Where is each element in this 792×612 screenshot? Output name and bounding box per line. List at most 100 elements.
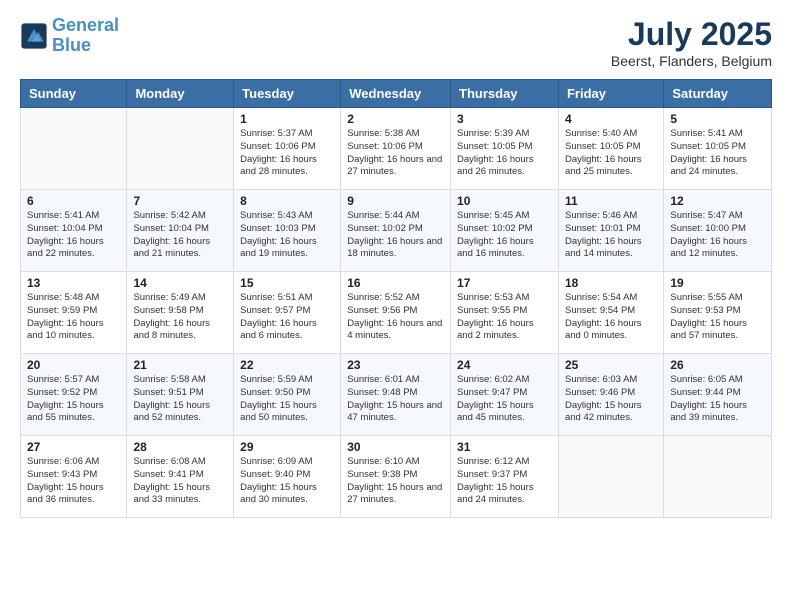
table-row: 21 Sunrise: 5:58 AM Sunset: 9:51 PM Dayli… xyxy=(127,354,234,436)
day-info: Sunrise: 5:48 AM Sunset: 9:59 PM Dayligh… xyxy=(27,292,120,343)
day-number: 28 xyxy=(133,440,227,454)
day-number: 5 xyxy=(670,112,765,126)
table-row: 26 Sunrise: 6:05 AM Sunset: 9:44 PM Dayli… xyxy=(664,354,772,436)
table-row: 9 Sunrise: 5:44 AM Sunset: 10:02 PM Dayli… xyxy=(341,190,451,272)
day-info: Sunrise: 5:58 AM Sunset: 9:51 PM Dayligh… xyxy=(133,374,227,425)
calendar-table: Sunday Monday Tuesday Wednesday Thursday… xyxy=(20,79,772,518)
day-number: 3 xyxy=(457,112,552,126)
day-info: Sunrise: 5:39 AM Sunset: 10:05 PM Daylig… xyxy=(457,128,552,179)
table-row: 18 Sunrise: 5:54 AM Sunset: 9:54 PM Dayli… xyxy=(558,272,663,354)
day-info: Sunrise: 5:52 AM Sunset: 9:56 PM Dayligh… xyxy=(347,292,444,343)
day-number: 10 xyxy=(457,194,552,208)
table-row xyxy=(127,108,234,190)
day-info: Sunrise: 6:08 AM Sunset: 9:41 PM Dayligh… xyxy=(133,456,227,507)
table-row: 12 Sunrise: 5:47 AM Sunset: 10:00 PM Dayl… xyxy=(664,190,772,272)
col-tuesday: Tuesday xyxy=(234,80,341,108)
day-number: 7 xyxy=(133,194,227,208)
day-info: Sunrise: 5:55 AM Sunset: 9:53 PM Dayligh… xyxy=(670,292,765,343)
day-info: Sunrise: 6:05 AM Sunset: 9:44 PM Dayligh… xyxy=(670,374,765,425)
table-row: 20Sunrise: 5:57 AM Sunset: 9:52 PM Dayli… xyxy=(21,354,127,436)
day-info: Sunrise: 6:01 AM Sunset: 9:48 PM Dayligh… xyxy=(347,374,444,425)
col-friday: Friday xyxy=(558,80,663,108)
day-number: 21 xyxy=(133,358,227,372)
day-info: Sunrise: 5:44 AM Sunset: 10:02 PM Daylig… xyxy=(347,210,444,261)
day-number: 27 xyxy=(27,440,120,454)
day-number: 18 xyxy=(565,276,657,290)
calendar-week-row: 13Sunrise: 5:48 AM Sunset: 9:59 PM Dayli… xyxy=(21,272,772,354)
day-number: 17 xyxy=(457,276,552,290)
day-number: 14 xyxy=(133,276,227,290)
calendar-week-row: 27Sunrise: 6:06 AM Sunset: 9:43 PM Dayli… xyxy=(21,436,772,518)
day-number: 29 xyxy=(240,440,334,454)
table-row: 1Sunrise: 5:37 AM Sunset: 10:06 PM Dayli… xyxy=(234,108,341,190)
table-row: 31 Sunrise: 6:12 AM Sunset: 9:37 PM Dayli… xyxy=(451,436,559,518)
day-number: 20 xyxy=(27,358,120,372)
table-row: 2Sunrise: 5:38 AM Sunset: 10:06 PM Dayli… xyxy=(341,108,451,190)
table-row: 23Sunrise: 6:01 AM Sunset: 9:48 PM Dayli… xyxy=(341,354,451,436)
logo-icon xyxy=(20,22,48,50)
table-row: 15Sunrise: 5:51 AM Sunset: 9:57 PM Dayli… xyxy=(234,272,341,354)
calendar-week-row: 20Sunrise: 5:57 AM Sunset: 9:52 PM Dayli… xyxy=(21,354,772,436)
logo-text: General Blue xyxy=(52,16,119,56)
table-row: 10 Sunrise: 5:45 AM Sunset: 10:02 PM Dayl… xyxy=(451,190,559,272)
table-row xyxy=(664,436,772,518)
day-info: Sunrise: 5:46 AM Sunset: 10:01 PM Daylig… xyxy=(565,210,657,261)
col-monday: Monday xyxy=(127,80,234,108)
table-row: 11 Sunrise: 5:46 AM Sunset: 10:01 PM Dayl… xyxy=(558,190,663,272)
day-info: Sunrise: 5:49 AM Sunset: 9:58 PM Dayligh… xyxy=(133,292,227,343)
day-info: Sunrise: 5:51 AM Sunset: 9:57 PM Dayligh… xyxy=(240,292,334,343)
table-row: 19Sunrise: 5:55 AM Sunset: 9:53 PM Dayli… xyxy=(664,272,772,354)
day-number: 26 xyxy=(670,358,765,372)
day-info: Sunrise: 5:47 AM Sunset: 10:00 PM Daylig… xyxy=(670,210,765,261)
day-number: 25 xyxy=(565,358,657,372)
day-info: Sunrise: 5:42 AM Sunset: 10:04 PM Daylig… xyxy=(133,210,227,261)
page: General Blue July 2025 Beerst, Flanders,… xyxy=(0,0,792,534)
day-info: Sunrise: 5:53 AM Sunset: 9:55 PM Dayligh… xyxy=(457,292,552,343)
calendar-week-row: 6 Sunrise: 5:41 AM Sunset: 10:04 PM Dayli… xyxy=(21,190,772,272)
day-number: 30 xyxy=(347,440,444,454)
day-info: Sunrise: 5:41 AM Sunset: 10:04 PM Daylig… xyxy=(27,210,120,261)
day-info: Sunrise: 5:54 AM Sunset: 9:54 PM Dayligh… xyxy=(565,292,657,343)
month-title: July 2025 xyxy=(611,16,772,53)
day-info: Sunrise: 5:45 AM Sunset: 10:02 PM Daylig… xyxy=(457,210,552,261)
title-block: July 2025 Beerst, Flanders, Belgium xyxy=(611,16,772,69)
day-number: 1 xyxy=(240,112,334,126)
day-number: 31 xyxy=(457,440,552,454)
day-info: Sunrise: 5:43 AM Sunset: 10:03 PM Daylig… xyxy=(240,210,334,261)
table-row: 13Sunrise: 5:48 AM Sunset: 9:59 PM Dayli… xyxy=(21,272,127,354)
table-row: 25 Sunrise: 6:03 AM Sunset: 9:46 PM Dayli… xyxy=(558,354,663,436)
table-row: 6 Sunrise: 5:41 AM Sunset: 10:04 PM Dayli… xyxy=(21,190,127,272)
col-saturday: Saturday xyxy=(664,80,772,108)
day-number: 12 xyxy=(670,194,765,208)
col-thursday: Thursday xyxy=(451,80,559,108)
calendar-week-row: 1Sunrise: 5:37 AM Sunset: 10:06 PM Dayli… xyxy=(21,108,772,190)
table-row: 14 Sunrise: 5:49 AM Sunset: 9:58 PM Dayli… xyxy=(127,272,234,354)
day-info: Sunrise: 5:59 AM Sunset: 9:50 PM Dayligh… xyxy=(240,374,334,425)
col-sunday: Sunday xyxy=(21,80,127,108)
day-info: Sunrise: 6:02 AM Sunset: 9:47 PM Dayligh… xyxy=(457,374,552,425)
day-number: 24 xyxy=(457,358,552,372)
col-wednesday: Wednesday xyxy=(341,80,451,108)
location: Beerst, Flanders, Belgium xyxy=(611,53,772,69)
day-info: Sunrise: 6:03 AM Sunset: 9:46 PM Dayligh… xyxy=(565,374,657,425)
table-row: 4Sunrise: 5:40 AM Sunset: 10:05 PM Dayli… xyxy=(558,108,663,190)
day-number: 2 xyxy=(347,112,444,126)
day-info: Sunrise: 5:40 AM Sunset: 10:05 PM Daylig… xyxy=(565,128,657,179)
table-row: 22 Sunrise: 5:59 AM Sunset: 9:50 PM Dayli… xyxy=(234,354,341,436)
day-number: 8 xyxy=(240,194,334,208)
table-row: 28 Sunrise: 6:08 AM Sunset: 9:41 PM Dayli… xyxy=(127,436,234,518)
table-row: 8 Sunrise: 5:43 AM Sunset: 10:03 PM Dayli… xyxy=(234,190,341,272)
calendar-header-row: Sunday Monday Tuesday Wednesday Thursday… xyxy=(21,80,772,108)
table-row: 30Sunrise: 6:10 AM Sunset: 9:38 PM Dayli… xyxy=(341,436,451,518)
logo: General Blue xyxy=(20,16,119,56)
day-number: 6 xyxy=(27,194,120,208)
day-number: 11 xyxy=(565,194,657,208)
table-row xyxy=(21,108,127,190)
day-info: Sunrise: 6:12 AM Sunset: 9:37 PM Dayligh… xyxy=(457,456,552,507)
day-number: 22 xyxy=(240,358,334,372)
table-row: 3 Sunrise: 5:39 AM Sunset: 10:05 PM Dayli… xyxy=(451,108,559,190)
day-number: 9 xyxy=(347,194,444,208)
table-row: 17 Sunrise: 5:53 AM Sunset: 9:55 PM Dayli… xyxy=(451,272,559,354)
table-row: 27Sunrise: 6:06 AM Sunset: 9:43 PM Dayli… xyxy=(21,436,127,518)
day-number: 16 xyxy=(347,276,444,290)
